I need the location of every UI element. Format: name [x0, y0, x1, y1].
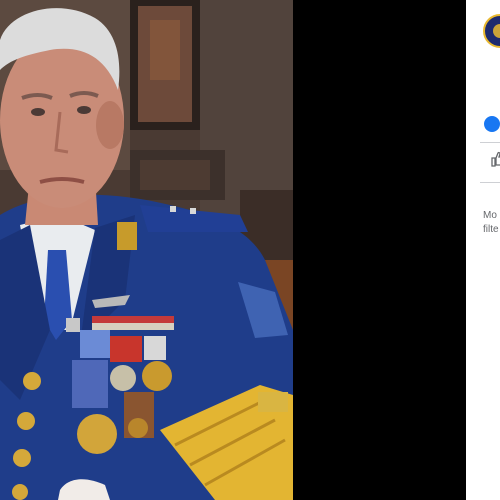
like-reaction-icon[interactable]	[484, 116, 500, 132]
thumbs-up-icon[interactable]	[490, 151, 500, 167]
comment-text: Mo	[483, 210, 497, 221]
post-photo[interactable]	[0, 0, 293, 500]
divider	[480, 142, 500, 143]
comment-text: filte	[483, 224, 499, 235]
photo-viewer: Mo filte	[0, 0, 500, 500]
veteran-portrait-image	[0, 0, 293, 500]
viewer-letterbox	[293, 0, 466, 500]
page-avatar-icon[interactable]	[483, 14, 500, 48]
post-side-panel: Mo filte	[466, 0, 500, 500]
divider	[480, 182, 500, 183]
